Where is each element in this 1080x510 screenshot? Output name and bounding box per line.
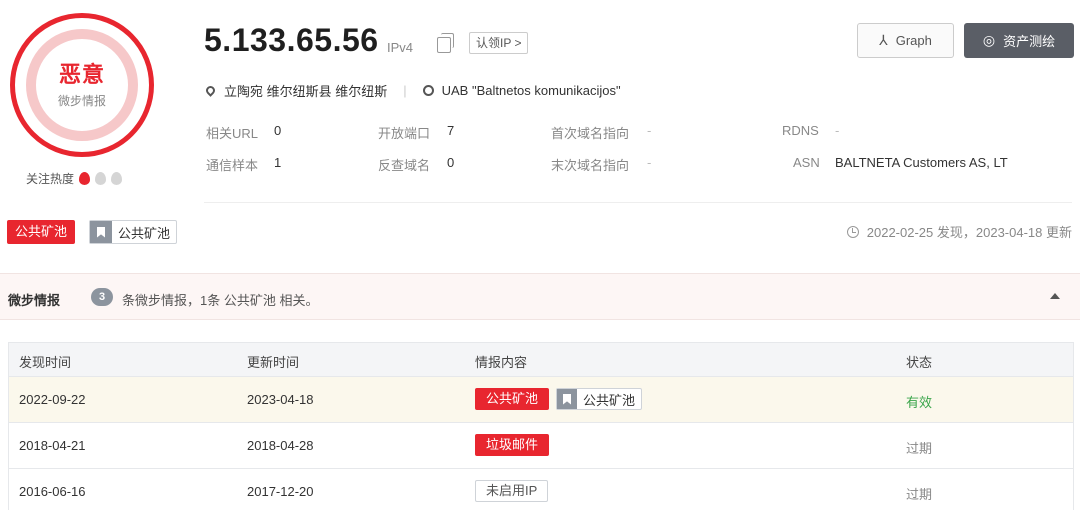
update-info: 2022-02-25 发现，2023-04-18 更新 <box>846 222 1072 241</box>
location-row: 立陶宛 维尔纽斯县 维尔纽斯 | UAB "Baltnetos komunika… <box>204 81 621 100</box>
open-ports-label: 开放端口 <box>378 126 431 141</box>
intel-section-header[interactable]: 微步情报 3 条微步情报，1条 公共矿池 相关。 <box>0 273 1080 320</box>
column-header: 更新时间 <box>247 355 300 370</box>
table-header: 发现时间 更新时间 情报内容 状态 <box>9 343 1073 377</box>
verdict-label: 恶意 <box>58 61 105 87</box>
update-text: 2022-02-25 发现，2023-04-18 更新 <box>866 225 1072 240</box>
flame-icon <box>79 172 91 185</box>
copy-icon[interactable] <box>437 33 454 53</box>
bookmark-icon <box>557 389 577 409</box>
intel-tag-red[interactable]: 公共矿池 <box>475 388 550 410</box>
last-resolve-value: - <box>647 155 652 170</box>
heat-indicator: 关注热度 <box>26 170 123 187</box>
divider: | <box>403 83 407 98</box>
table-row[interactable]: 2022-09-22 2023-04-18 公共矿池 公共矿池 有效 <box>9 377 1073 423</box>
table-row[interactable]: 2018-04-21 2018-04-28 垃圾邮件 过期 <box>9 423 1073 469</box>
isp-text: UAB "Baltnetos komunikacijos" <box>441 83 621 98</box>
status-badge: 过期 <box>906 487 933 502</box>
flame-icon <box>111 172 123 185</box>
first-resolve-label: 首次域名指向 <box>551 126 630 141</box>
updated-date: 2017-12-20 <box>247 484 314 499</box>
verdict-ring: 恶意 微步情报 <box>10 13 154 157</box>
first-resolve-value: - <box>647 123 652 138</box>
graph-icon: ⅄ <box>879 32 888 48</box>
intel-tag-red[interactable]: 垃圾邮件 <box>475 434 550 456</box>
reverse-domains-label: 反查域名 <box>378 158 431 173</box>
location-text: 立陶宛 维尔纽斯县 维尔纽斯 <box>224 84 388 99</box>
asn-label: ASN <box>793 155 820 170</box>
intel-description: 条微步情报，1条 公共矿池 相关。 <box>122 293 319 308</box>
clock-icon <box>846 225 859 238</box>
related-url-label: 相关URL <box>206 126 259 141</box>
graph-button[interactable]: ⅄ Graph <box>857 23 954 58</box>
location-pin-icon <box>204 84 217 97</box>
intel-tag-outline-label: 公共矿池 <box>583 392 636 408</box>
samples-label: 通信样本 <box>206 158 259 173</box>
found-date: 2016-06-16 <box>19 484 86 499</box>
rdns-label: RDNS <box>782 123 819 138</box>
asset-mapping-button[interactable]: ◎ 资产测绘 <box>964 23 1074 58</box>
reverse-domains-value[interactable]: 0 <box>447 155 454 170</box>
verdict-ring-inner: 恶意 微步情报 <box>26 29 138 141</box>
asset-button-label: 资产测绘 <box>1003 34 1056 49</box>
found-date: 2018-04-21 <box>19 438 86 453</box>
divider <box>204 202 1072 203</box>
open-ports-value[interactable]: 7 <box>447 123 454 138</box>
verdict-sublabel: 微步情报 <box>57 93 106 108</box>
last-resolve-label: 末次域名指向 <box>551 158 630 173</box>
updated-date: 2018-04-28 <box>247 438 314 453</box>
bookmark-icon <box>90 221 112 243</box>
status-badge: 过期 <box>906 441 933 456</box>
malicious-tag[interactable]: 公共矿池 <box>7 220 76 244</box>
found-date: 2022-09-22 <box>19 392 86 407</box>
collapse-arrow-icon[interactable] <box>1050 293 1060 299</box>
rdns-value: - <box>835 123 840 138</box>
related-url-value[interactable]: 0 <box>274 123 281 138</box>
table-row[interactable]: 2016-06-16 2017-12-20 未启用IP 过期 <box>9 469 1073 510</box>
category-tag-label: 公共矿池 <box>118 225 171 241</box>
asn-value[interactable]: BALTNETA Customers AS, LT <box>835 155 1008 170</box>
column-header: 发现时间 <box>19 355 72 370</box>
column-header: 状态 <box>906 355 933 370</box>
intel-count-badge: 3 <box>91 288 113 306</box>
isp-icon <box>422 85 434 96</box>
intel-table: 发现时间 更新时间 情报内容 状态 2022-09-22 2023-04-18 … <box>8 342 1074 510</box>
flame-icon <box>95 172 107 185</box>
status-badge: 有效 <box>906 395 933 410</box>
heat-label: 关注热度 <box>26 172 75 186</box>
intel-tag-outline[interactable]: 公共矿池 <box>556 388 643 410</box>
column-header: 情报内容 <box>475 355 528 370</box>
samples-value[interactable]: 1 <box>274 155 281 170</box>
graph-button-label: Graph <box>895 33 932 48</box>
ip-address: 5.133.65.56 <box>204 22 379 58</box>
intel-title: 微步情报 <box>8 293 61 308</box>
claim-ip-button[interactable]: 认领IP > <box>469 32 529 54</box>
asset-icon: ◎ <box>982 32 996 48</box>
ip-version: IPv4 <box>387 40 414 55</box>
category-tag[interactable]: 公共矿池 <box>89 220 178 244</box>
intel-tag-plain[interactable]: 未启用IP <box>475 480 549 502</box>
updated-date: 2023-04-18 <box>247 392 314 407</box>
